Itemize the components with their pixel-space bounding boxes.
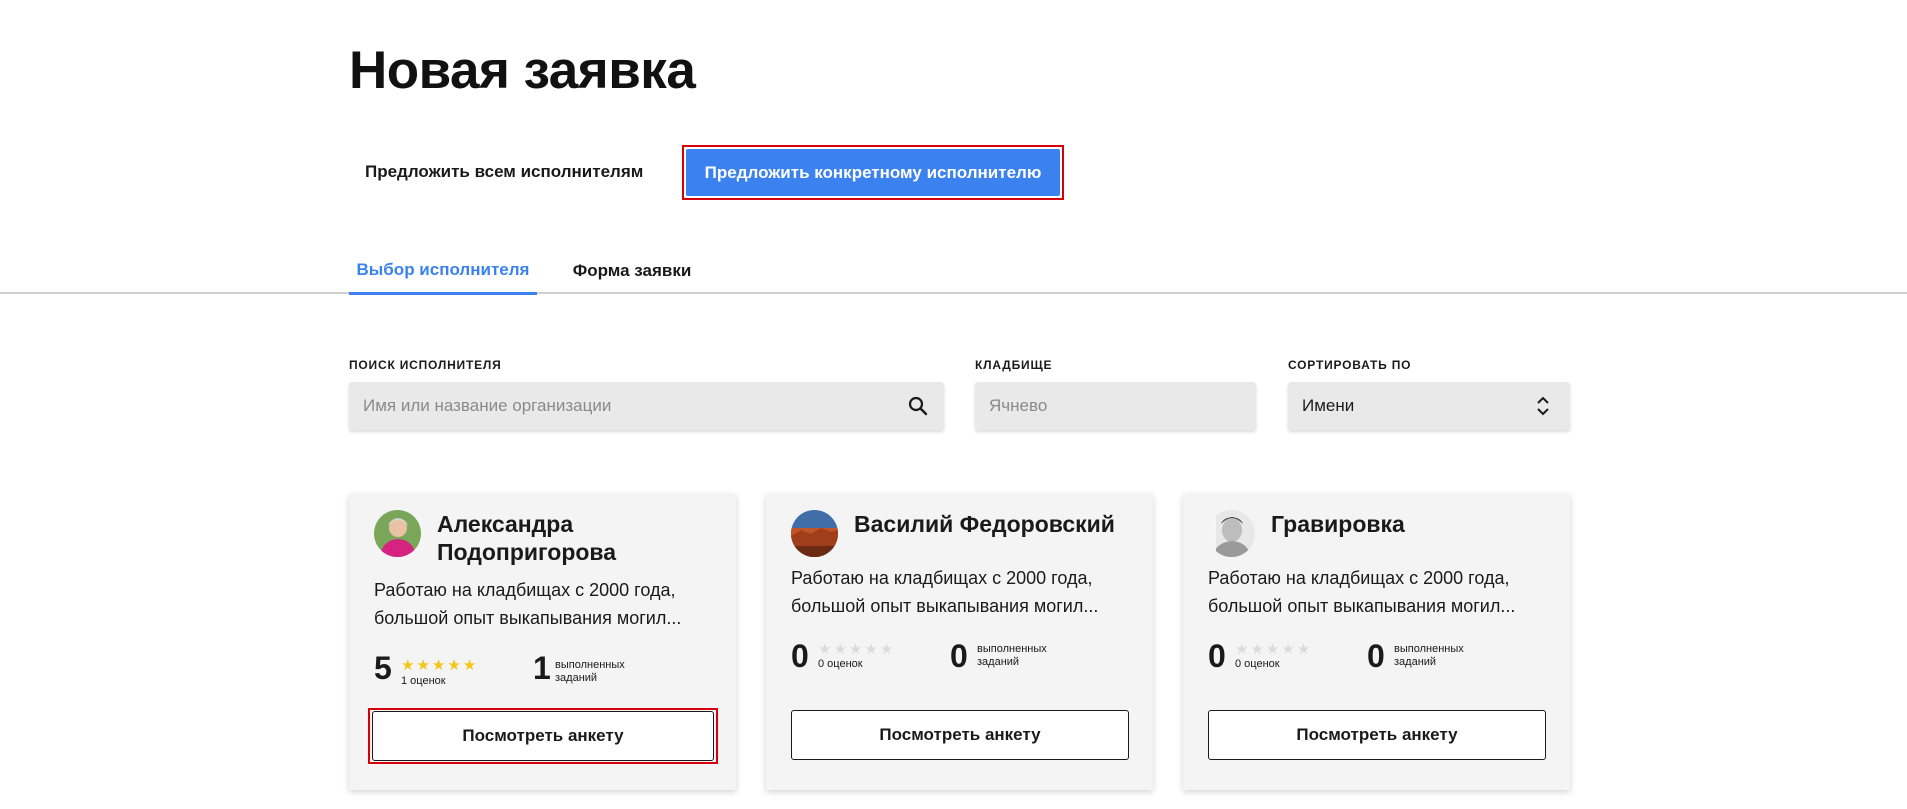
performer-card: Александра Подопригорова Работаю на клад…	[349, 494, 736, 790]
jobs-count: 0	[1367, 638, 1385, 674]
ratings-count: 0 оценок	[818, 658, 863, 670]
search-input[interactable]	[363, 396, 906, 416]
cemetery-input[interactable]	[989, 396, 1242, 416]
offer-specific-button[interactable]: Предложить конкретному исполнителю	[686, 149, 1060, 196]
jobs-label: выполненных заданий	[1394, 643, 1464, 668]
performer-description: Работаю на кладбищах с 2000 года, большо…	[1208, 568, 1516, 616]
page-title: Новая заявка	[349, 41, 696, 100]
star-icon: ★	[1296, 641, 1311, 658]
sort-value: Имени	[1302, 396, 1355, 415]
cemetery-label: КЛАДБИЩЕ	[975, 358, 1053, 372]
view-profile-highlight: Посмотреть анкету	[368, 708, 718, 764]
tab-request-form[interactable]: Форма заявки	[552, 248, 712, 294]
rating-value: 0	[791, 638, 809, 674]
search-field	[349, 382, 944, 430]
cemetery-field	[975, 382, 1256, 430]
performer-name: Гравировка	[1271, 511, 1405, 537]
rating-stars: ★ ★ ★ ★ ★	[1235, 642, 1310, 657]
star-icon: ★	[431, 657, 446, 674]
performer-description: Работаю на кладбищах с 2000 года, большо…	[374, 580, 682, 628]
offer-mode-switch: Предложить всем исполнителям	[349, 144, 659, 200]
rating-stars: ★ ★ ★ ★ ★	[401, 658, 476, 673]
avatar	[1208, 510, 1255, 557]
star-icon: ★	[1265, 641, 1280, 658]
tab-select-performer[interactable]: Выбор исполнителя	[349, 248, 537, 295]
star-icon: ★	[864, 641, 878, 658]
star-icon: ★	[401, 657, 415, 674]
performer-description: Работаю на кладбищах с 2000 года, большо…	[791, 568, 1099, 616]
star-icon: ★	[833, 641, 847, 658]
star-icon: ★	[1281, 641, 1295, 658]
star-icon: ★	[416, 657, 430, 674]
sort-label: СОРТИРОВАТЬ ПО	[1288, 358, 1412, 372]
tab-bar: Выбор исполнителя Форма заявки	[0, 248, 1907, 295]
performer-name: Василий Федоровский	[854, 511, 1115, 537]
ratings-count: 1 оценок	[401, 675, 446, 687]
view-profile-button[interactable]: Посмотреть анкету	[372, 711, 714, 761]
offer-specific-highlight: Предложить конкретному исполнителю	[682, 145, 1064, 200]
jobs-count: 0	[950, 638, 968, 674]
star-icon: ★	[848, 641, 863, 658]
view-profile-button[interactable]: Посмотреть анкету	[1208, 710, 1546, 760]
star-icon: ★	[818, 641, 832, 658]
star-icon: ★	[1235, 641, 1249, 658]
star-icon: ★	[879, 641, 894, 658]
search-icon[interactable]	[905, 393, 930, 419]
performer-card: Василий Федоровский Работаю на кладбищах…	[766, 494, 1153, 790]
rating-value: 5	[374, 650, 392, 686]
rating-value: 0	[1208, 638, 1226, 674]
sort-arrows-icon	[1530, 393, 1556, 419]
rating-stars: ★ ★ ★ ★ ★	[818, 642, 893, 657]
performer-card: Гравировка Работаю на кладбищах с 2000 г…	[1183, 494, 1570, 790]
offer-all-button[interactable]: Предложить всем исполнителям	[349, 144, 659, 200]
avatar	[374, 510, 421, 557]
jobs-label: выполненных заданий	[555, 659, 625, 684]
ratings-count: 0 оценок	[1235, 658, 1280, 670]
jobs-count: 1	[533, 650, 551, 686]
jobs-label: выполненных заданий	[977, 643, 1047, 668]
view-profile-button[interactable]: Посмотреть анкету	[791, 710, 1129, 760]
performer-name: Александра Подопригорова	[437, 511, 617, 565]
sort-select[interactable]: Имени	[1288, 382, 1570, 430]
star-icon: ★	[462, 657, 477, 674]
avatar	[791, 510, 838, 557]
star-icon: ★	[447, 657, 461, 674]
star-icon: ★	[1250, 641, 1264, 658]
search-label: ПОИСК ИСПОЛНИТЕЛЯ	[349, 358, 502, 372]
